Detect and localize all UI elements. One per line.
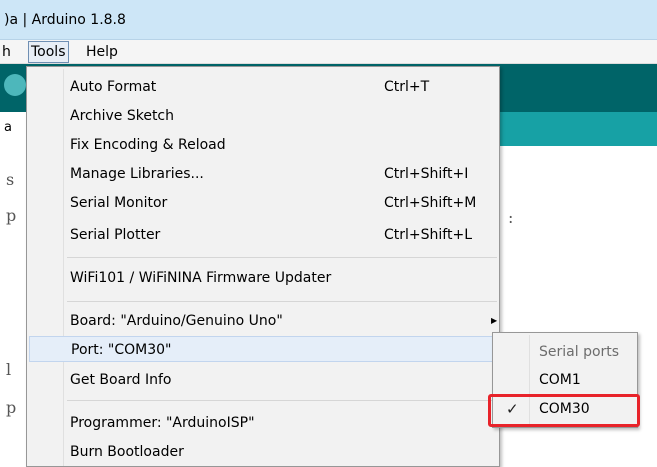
window-title-bar: )a | Arduino 1.8.8 [0, 0, 657, 40]
menu-separator [67, 301, 497, 302]
code-fragment: s [6, 170, 15, 189]
sketch-tab-label: a [4, 120, 12, 135]
menu-item-archive-sketch[interactable]: Archive Sketch [27, 103, 499, 129]
menu-item-shortcut: Ctrl+Shift+M [384, 195, 477, 211]
menu-item-auto-format[interactable]: Auto Format Ctrl+T [27, 74, 499, 100]
menu-item-burn-bootloader[interactable]: Burn Bootloader [27, 439, 499, 465]
menu-item-port[interactable]: Port: "COM30" ▶ [29, 336, 498, 362]
menu-item-shortcut: Ctrl+Shift+L [384, 227, 472, 243]
window-title: )a | Arduino 1.8.8 [4, 12, 126, 28]
menu-item-label: Manage Libraries... [70, 166, 204, 182]
port-item-com1[interactable]: COM1 [493, 367, 637, 393]
menu-item-get-board-info[interactable]: Get Board Info [27, 367, 499, 393]
menu-item-label: Get Board Info [70, 372, 172, 388]
menu-item-label: Programmer: "ArduinoISP" [70, 415, 255, 431]
menu-item-manage-libraries[interactable]: Manage Libraries... Ctrl+Shift+I [27, 161, 499, 187]
port-item-label: COM1 [539, 372, 581, 388]
menu-item-shortcut: Ctrl+T [384, 79, 430, 95]
highlight-box [488, 394, 640, 427]
menu-sketch[interactable]: h [0, 42, 13, 62]
menu-bar: h Tools Help [0, 40, 657, 64]
menu-item-label: Port: "COM30" [71, 342, 172, 358]
menu-item-label: Serial Plotter [70, 227, 161, 243]
menu-item-programmer[interactable]: Programmer: "ArduinoISP" [27, 410, 499, 436]
code-fragment: l [6, 360, 12, 379]
menu-item-label: Auto Format [70, 79, 157, 95]
menu-item-board[interactable]: Board: "Arduino/Genuino Uno" ▶ [27, 308, 499, 334]
submenu-header-label: Serial ports [539, 344, 620, 360]
code-fragment: p [6, 398, 17, 417]
upload-button[interactable] [4, 74, 26, 96]
menu-item-label: Board: "Arduino/Genuino Uno" [70, 313, 283, 329]
menu-item-serial-plotter[interactable]: Serial Plotter Ctrl+Shift+L [27, 222, 499, 248]
code-fragment: p [6, 206, 17, 225]
submenu-arrow-icon: ▶ [491, 316, 498, 325]
menu-separator [67, 400, 497, 401]
menu-item-label: Archive Sketch [70, 108, 175, 124]
menu-item-shortcut: Ctrl+Shift+I [384, 166, 469, 182]
menu-separator [67, 257, 497, 258]
menu-tools[interactable]: Tools [28, 41, 69, 63]
tools-menu: Auto Format Ctrl+T Archive Sketch Fix En… [26, 66, 500, 467]
menu-item-label: Fix Encoding & Reload [70, 137, 226, 153]
menu-item-serial-monitor[interactable]: Serial Monitor Ctrl+Shift+M [27, 190, 499, 216]
menu-item-firmware-updater[interactable]: WiFi101 / WiFiNINA Firmware Updater [27, 265, 499, 291]
serial-ports-header: Serial ports [493, 339, 637, 365]
code-fragment: : [508, 208, 514, 227]
menu-help[interactable]: Help [84, 42, 120, 62]
menu-item-label: Burn Bootloader [70, 444, 184, 460]
menu-item-label: Serial Monitor [70, 195, 168, 211]
menu-item-label: WiFi101 / WiFiNINA Firmware Updater [70, 270, 332, 286]
menu-item-fix-encoding[interactable]: Fix Encoding & Reload [27, 132, 499, 158]
